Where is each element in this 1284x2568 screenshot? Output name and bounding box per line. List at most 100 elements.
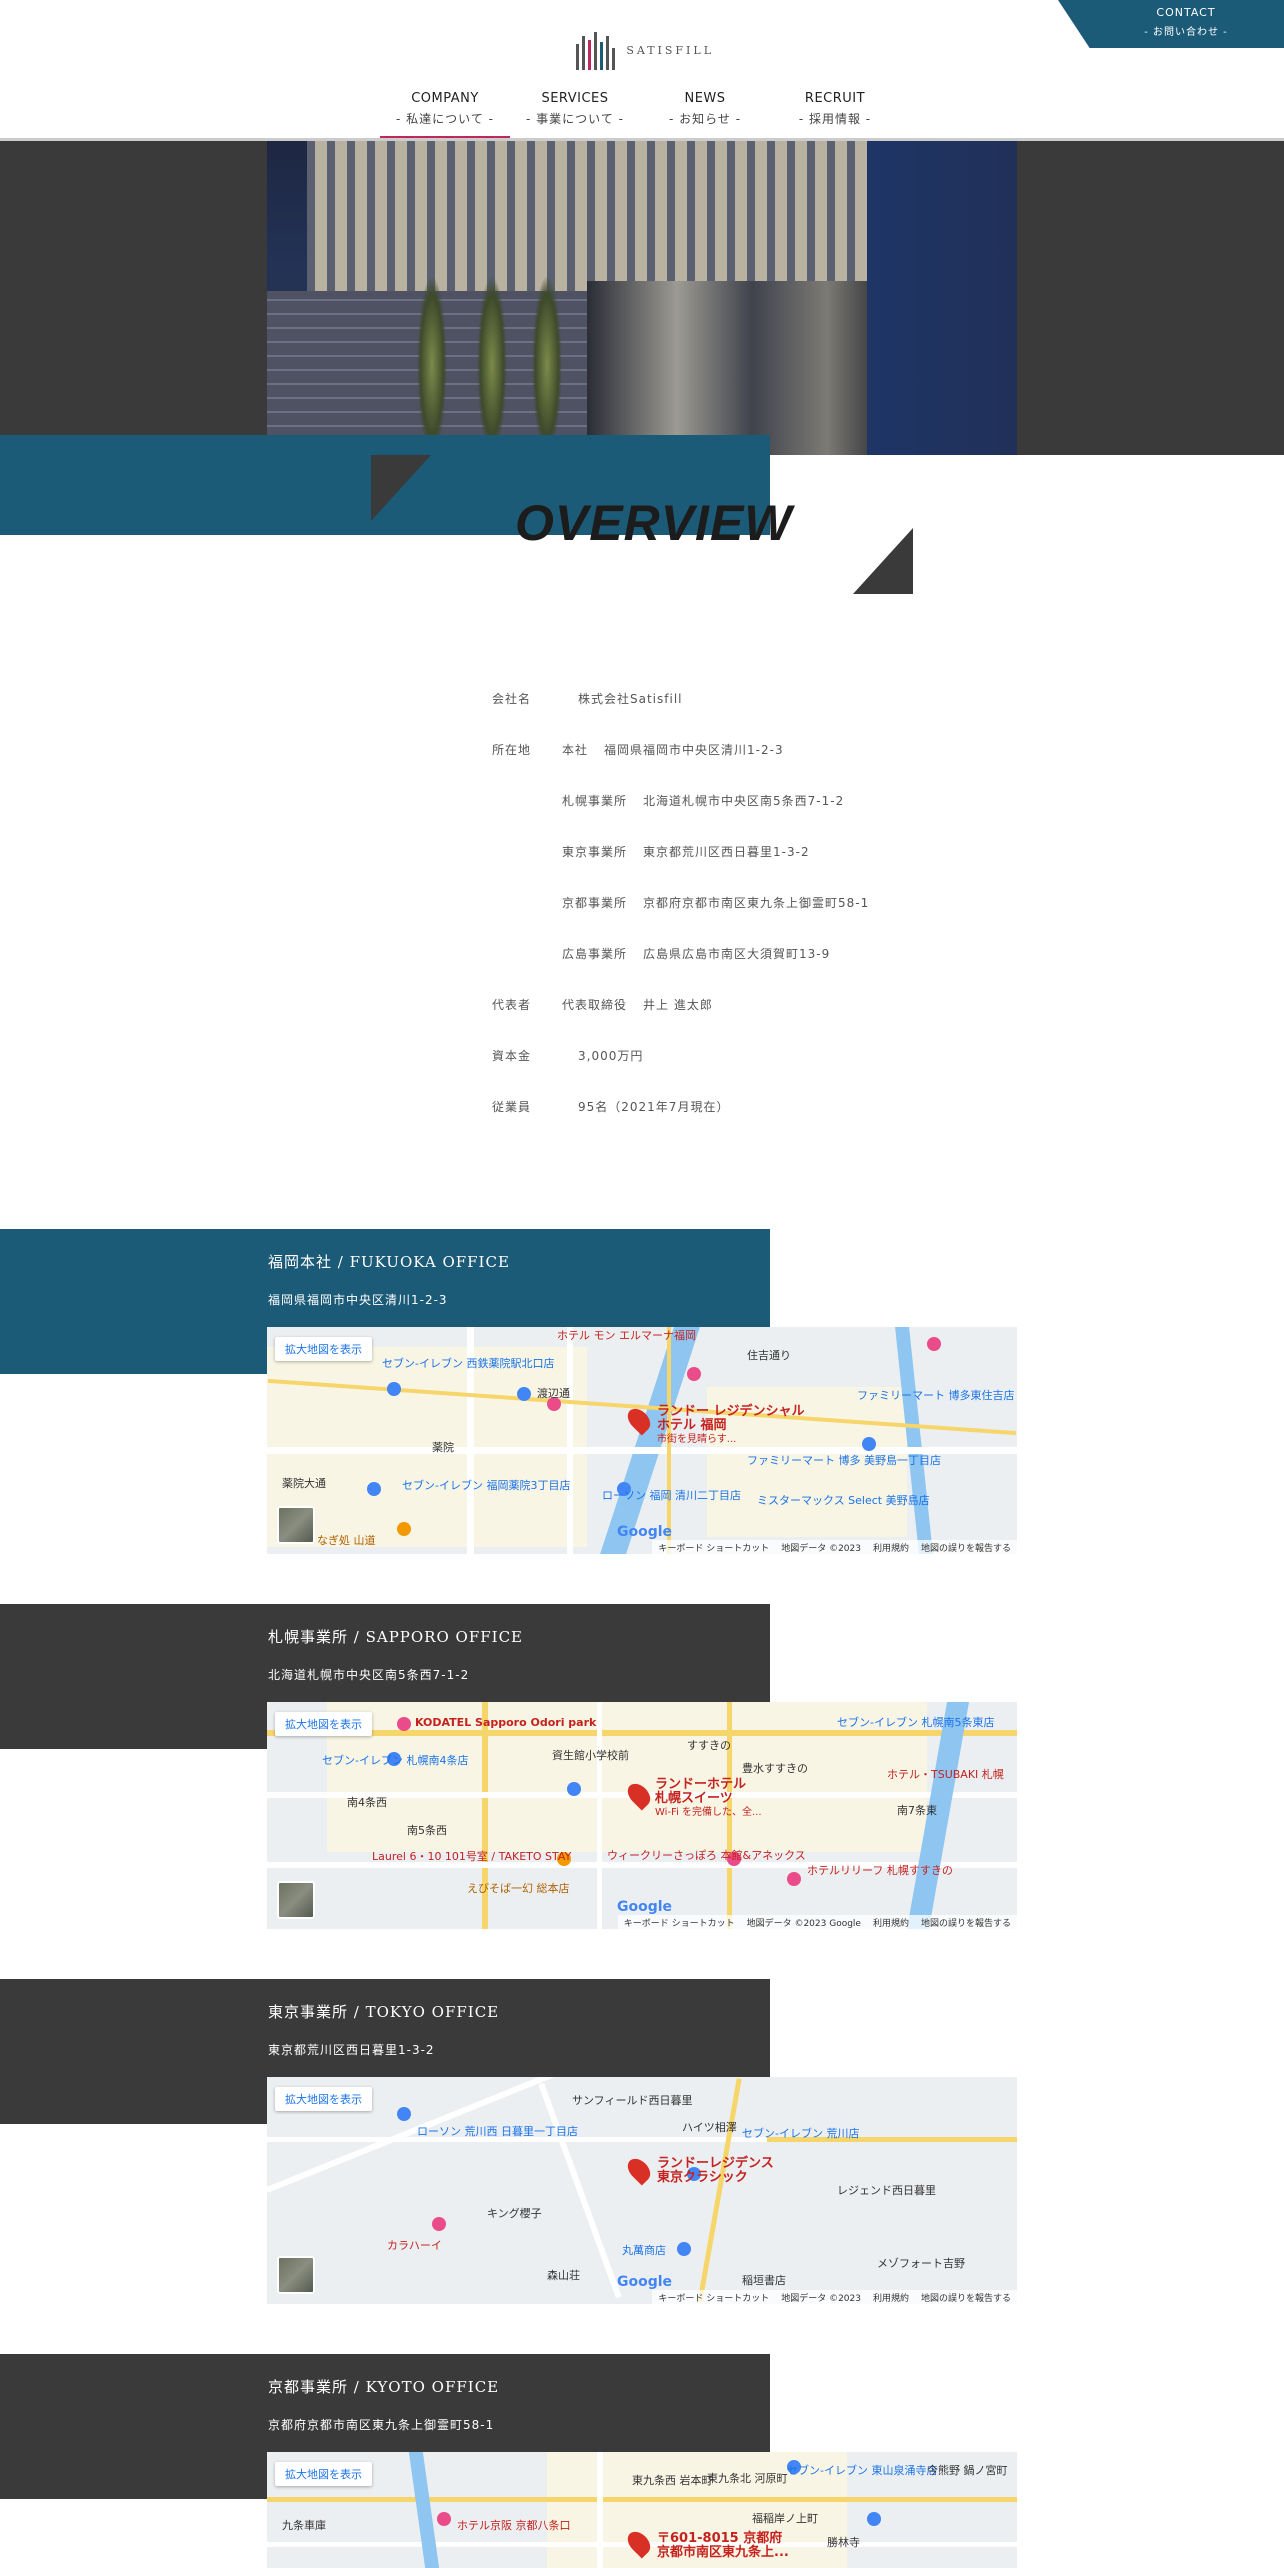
keyboard-shortcuts-link[interactable]: キーボード ショートカット	[658, 2291, 769, 2304]
company-info-table: 会社名 株式会社Satisfill 所在地 本社 福岡県福岡市中央区清川1-2-3…	[492, 690, 952, 1149]
enlarge-map-link[interactable]: 拡大地図を表示	[275, 2087, 372, 2111]
info-row: 従業員 95名（2021年7月現在）	[492, 1098, 952, 1149]
office-address-fukuoka: 福岡県福岡市中央区清川1-2-3	[268, 1293, 448, 1307]
nav-company-sublabel: - 私達について -	[396, 112, 494, 126]
nav-recruit-sublabel: - 採用情報 -	[798, 112, 872, 126]
info-value: 京都府京都市南区東九条上御霊町58-1	[643, 896, 870, 910]
map-label: サンフィールド西日暮里	[572, 2094, 693, 2107]
satellite-toggle[interactable]	[277, 1881, 315, 1919]
map-label: ハイツ相澤	[682, 2121, 737, 2134]
map-label: えびそば一幻 総本店	[467, 1882, 570, 1895]
info-subname: 本社	[562, 743, 589, 757]
terms-link[interactable]: 利用規約	[873, 1916, 909, 1929]
map-label: ファミリーマート 博多 美野島一丁目店	[747, 1454, 941, 1467]
info-row: 所在地 本社 福岡県福岡市中央区清川1-2-3	[492, 741, 952, 792]
map-attribution: キーボード ショートカット 地図データ ©2023 利用規約 地図の誤りを報告す…	[652, 1540, 1017, 1554]
main-nav: COMPANY - 私達について - SERVICES - 事業について - N…	[380, 88, 900, 140]
enlarge-map-link[interactable]: 拡大地図を表示	[275, 2462, 372, 2486]
info-value: 井上 進太郎	[643, 998, 713, 1012]
map-attribution: キーボード ショートカット 地図データ ©2023 Google 利用規約 地図…	[617, 1915, 1017, 1929]
map-tokyo[interactable]: ランドーレジデンス 東京クラシック サンフィールド西日暮里 ハイツ相澤 セブン-イ…	[267, 2077, 1017, 2304]
map-data-label: 地図データ ©2023	[781, 1544, 861, 1554]
map-label: 森山荘	[547, 2269, 580, 2282]
info-row: 東京事業所 東京都荒川区西日暮里1-3-2	[492, 843, 952, 894]
map-label: ウィークリーさっぽろ 本館&アネックス	[607, 1849, 806, 1862]
map-hotel-label: ランドーホテル 札幌スイーツ Wi-Fi を完備した、全...	[655, 1777, 762, 1819]
overview-title: OVERVIEW	[515, 495, 793, 551]
info-row: 会社名 株式会社Satisfill	[492, 690, 952, 741]
contact-button[interactable]: CONTACT - お問い合わせ -	[1058, 0, 1284, 48]
map-hotel-label: 〒601-8015 京都府 京都市南区東九条上...	[657, 2531, 789, 2560]
map-label: 今熊野 鍋ノ宮町	[927, 2464, 1008, 2477]
map-sapporo[interactable]: ランドーホテル 札幌スイーツ Wi-Fi を完備した、全... KODATEL Sa…	[267, 1702, 1017, 1929]
nav-services-label: SERVICES	[541, 91, 609, 106]
map-label: ホテル モン エルマーナ福岡	[557, 1329, 696, 1342]
info-subname: 札幌事業所	[562, 794, 628, 808]
enlarge-map-link[interactable]: 拡大地図を表示	[275, 1712, 372, 1736]
info-label: 資本金	[492, 1049, 532, 1063]
info-label: 所在地	[492, 743, 532, 757]
keyboard-shortcuts-link[interactable]: キーボード ショートカット	[658, 1541, 769, 1554]
office-address-kyoto: 京都府京都市南区東九条上御霊町58-1	[268, 2418, 495, 2432]
map-label: 住吉通り	[747, 1349, 791, 1362]
map-label: 九条車庫	[282, 2519, 326, 2532]
map-label: ローソン 荒川西 日暮里一丁目店	[417, 2125, 578, 2138]
nav-recruit-label: RECRUIT	[804, 91, 866, 106]
map-kyoto[interactable]: 〒601-8015 京都府 京都市南区東九条上... 東九条北 河原町 セブン-イ…	[267, 2452, 1017, 2568]
google-logo: Google	[617, 1899, 673, 1915]
map-label: カラハーイ	[387, 2239, 442, 2252]
map-label: セブン-イレブン 荒川店	[742, 2127, 860, 2140]
map-label: セブン-イレブン 東山泉涌寺店	[787, 2464, 938, 2477]
map-label: 南5条西	[407, 1824, 447, 1837]
hero-building-image	[267, 141, 1017, 455]
map-hotel-label: ランドーレジデンス 東京クラシック	[657, 2156, 774, 2185]
decor-triangle	[853, 528, 913, 594]
map-label: 薬院大通	[282, 1477, 326, 1490]
map-label: Laurel 6・10 101号室 / TAKETO STAY	[372, 1850, 572, 1863]
map-label: 渡辺通	[537, 1387, 570, 1400]
info-row: 資本金 3,000万円	[492, 1047, 952, 1098]
info-value: 北海道札幌市中央区南5条西7-1-2	[643, 794, 845, 808]
report-error-link[interactable]: 地図の誤りを報告する	[921, 1916, 1011, 1929]
nav-services[interactable]: SERVICES - 事業について -	[510, 88, 640, 140]
info-subname: 広島事業所	[562, 947, 628, 961]
info-label: 会社名	[492, 692, 532, 706]
report-error-link[interactable]: 地図の誤りを報告する	[921, 1541, 1011, 1554]
map-label: ローソン 福岡 清川二丁目店	[602, 1489, 741, 1502]
google-logo: Google	[617, 2274, 673, 2290]
map-fukuoka[interactable]: ランドー レジデンシャル ホテル 福岡 市街を見晴らす... セブン-イレブン 西鉄…	[267, 1327, 1017, 1554]
contact-sublabel: - お問い合わせ -	[1144, 27, 1228, 38]
satellite-toggle[interactable]	[277, 1506, 315, 1544]
terms-link[interactable]: 利用規約	[873, 2291, 909, 2304]
info-label: 従業員	[492, 1100, 532, 1114]
info-label	[492, 843, 562, 894]
nav-company-label: COMPANY	[411, 91, 479, 106]
nav-news[interactable]: NEWS - お知らせ -	[640, 88, 770, 140]
info-subname: 代表取締役	[562, 998, 628, 1012]
map-data-label: 地図データ ©2023 Google	[746, 1919, 861, 1929]
info-value: 福岡県福岡市中央区清川1-2-3	[604, 743, 784, 757]
site-logo[interactable]: SATISFILL	[574, 28, 714, 72]
contact-label: CONTACT	[1156, 6, 1216, 19]
info-row: 広島事業所 広島県広島市南区大須賀町13-9	[492, 945, 952, 996]
report-error-link[interactable]: 地図の誤りを報告する	[921, 2291, 1011, 2304]
map-data-label: 地図データ ©2023	[781, 2294, 861, 2304]
info-subname: 東京事業所	[562, 845, 628, 859]
logo-text: SATISFILL	[626, 43, 714, 57]
office-address-tokyo: 東京都荒川区西日暮里1-3-2	[268, 2043, 435, 2057]
nav-news-label: NEWS	[684, 91, 726, 106]
nav-recruit[interactable]: RECRUIT - 採用情報 -	[770, 88, 900, 140]
map-label: KODATEL Sapporo Odori park	[415, 1716, 597, 1729]
map-label: 南4条西	[347, 1796, 387, 1809]
info-row: 札幌事業所 北海道札幌市中央区南5条西7-1-2	[492, 792, 952, 843]
map-hotel-label: ランドー レジデンシャル ホテル 福岡 市街を見晴らす...	[657, 1404, 805, 1446]
nav-company[interactable]: COMPANY - 私達について -	[380, 88, 510, 140]
office-title-sapporo: 札幌事業所 / SAPPORO OFFICE	[268, 1628, 524, 1646]
info-label	[492, 894, 562, 945]
terms-link[interactable]: 利用規約	[873, 1541, 909, 1554]
enlarge-map-link[interactable]: 拡大地図を表示	[275, 1337, 372, 1361]
satellite-toggle[interactable]	[277, 2256, 315, 2294]
location-pin-icon[interactable]	[623, 2154, 655, 2186]
map-label: 福稲岸ノ上町	[752, 2512, 818, 2525]
keyboard-shortcuts-link[interactable]: キーボード ショートカット	[624, 1916, 735, 1929]
